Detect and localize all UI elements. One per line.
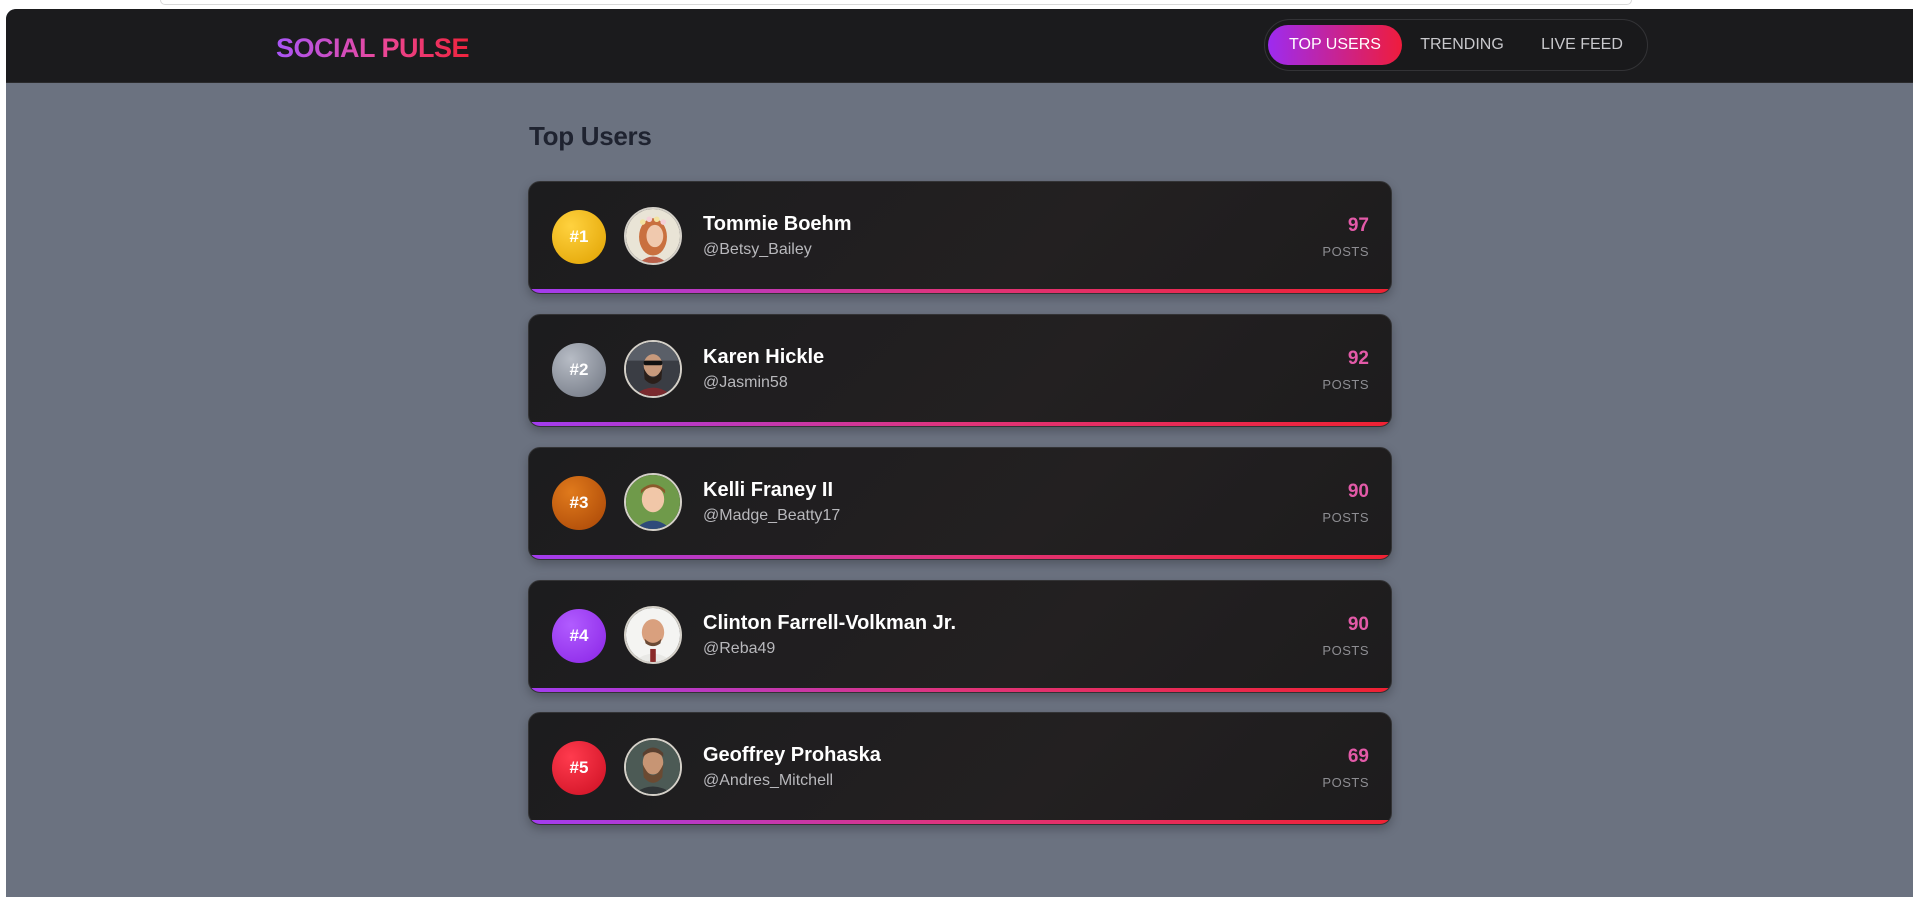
user-avatar: [624, 738, 682, 796]
user-name[interactable]: Kelli Franey II: [703, 479, 833, 502]
user-name[interactable]: Clinton Farrell-Volkman Jr.: [703, 612, 956, 635]
user-card[interactable]: #1 Tommie Boehm @Betsy_Bailey 97 POSTS: [528, 181, 1392, 294]
app-window: SOCIAL PULSE TOP USERS TRENDING LIVE FEE…: [6, 9, 1913, 897]
avatar-portrait-icon: [626, 342, 680, 396]
user-handle: @Reba49: [703, 640, 776, 657]
rank-badge: #3: [552, 476, 606, 530]
user-handle: @Jasmin58: [703, 374, 788, 391]
brand-logo[interactable]: SOCIAL PULSE: [276, 33, 470, 64]
post-count-label: POSTS: [1322, 643, 1369, 658]
avatar-portrait-icon: [626, 475, 680, 529]
post-count: 90: [1347, 481, 1369, 502]
page-title: Top Users: [529, 121, 652, 151]
rank-badge: #1: [552, 210, 606, 264]
user-avatar: [624, 207, 682, 265]
user-card[interactable]: #4 Clinton Farrell-Volkman Jr. @Reba49 9…: [528, 580, 1392, 693]
user-card[interactable]: #3 Kelli Franey II @Madge_Beatty17 90 PO…: [528, 447, 1392, 560]
user-avatar: [624, 473, 682, 531]
nav-tabs: TOP USERS TRENDING LIVE FEED: [1264, 19, 1648, 71]
post-count-label: POSTS: [1322, 244, 1369, 259]
tab-trending[interactable]: TRENDING: [1402, 25, 1522, 65]
tab-live-feed[interactable]: LIVE FEED: [1523, 25, 1641, 65]
post-count: 92: [1347, 348, 1369, 369]
post-count: 69: [1347, 746, 1369, 767]
user-avatar: [624, 340, 682, 398]
avatar-portrait-icon: [626, 608, 680, 662]
user-name[interactable]: Geoffrey Prohaska: [703, 744, 881, 767]
rank-badge: #2: [552, 343, 606, 397]
avatar-portrait-icon: [626, 740, 680, 794]
user-avatar: [624, 606, 682, 664]
tab-top-users[interactable]: TOP USERS: [1268, 25, 1402, 65]
navbar: SOCIAL PULSE TOP USERS TRENDING LIVE FEE…: [6, 9, 1913, 83]
post-count-label: POSTS: [1322, 377, 1369, 392]
post-count-label: POSTS: [1322, 510, 1369, 525]
browser-top-edge: [160, 0, 1632, 5]
user-name[interactable]: Karen Hickle: [703, 346, 824, 369]
user-name[interactable]: Tommie Boehm: [703, 213, 852, 236]
avatar-portrait-icon: [626, 209, 680, 263]
post-count: 97: [1347, 215, 1369, 236]
user-handle: @Betsy_Bailey: [703, 241, 812, 258]
post-count-label: POSTS: [1322, 775, 1369, 790]
rank-badge: #5: [552, 741, 606, 795]
user-card[interactable]: #5 Geoffrey Prohaska @Andres_Mitchell 69…: [528, 712, 1392, 825]
user-handle: @Madge_Beatty17: [703, 507, 841, 524]
post-count: 90: [1347, 614, 1369, 635]
rank-badge: #4: [552, 609, 606, 663]
user-handle: @Andres_Mitchell: [703, 772, 834, 789]
user-card[interactable]: #2 Karen Hickle @Jasmin58 92 POSTS: [528, 314, 1392, 427]
